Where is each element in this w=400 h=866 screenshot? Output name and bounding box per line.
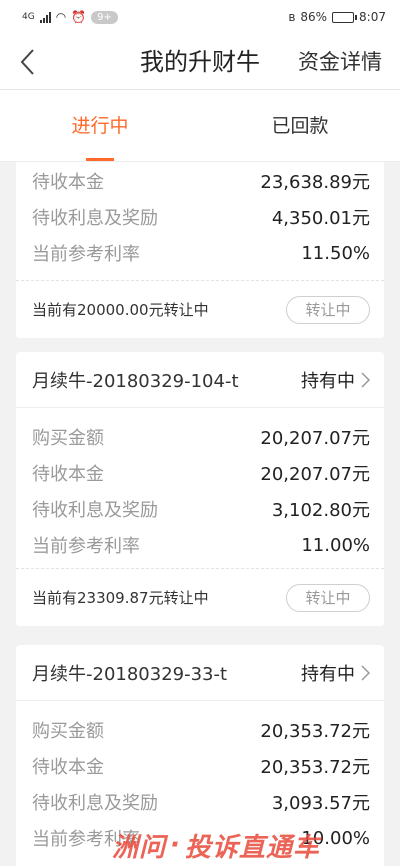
row-value: 11.00% xyxy=(301,534,370,556)
fund-details-link[interactable]: 资金详情 xyxy=(298,34,382,90)
row-value: 3,093.57元 xyxy=(271,793,370,814)
card-footer: 当前有20000.00元转让中 转让中 xyxy=(16,280,384,338)
investment-card[interactable]: 待收本金 23,638.89元 待收利息及奖励 4,350.01元 当前参考利率… xyxy=(16,162,384,338)
chevron-right-icon xyxy=(361,371,370,388)
card-footer: 当前有23309.87元转让中 转让中 xyxy=(16,568,384,626)
navigation-bar: 我的升财牛 资金详情 xyxy=(0,34,400,90)
bluetooth-icon: ʙ xyxy=(288,10,296,24)
status-left: 4G ◠ ⏰ 9+ xyxy=(22,10,118,24)
product-name: 月续牛-20180329-104-t xyxy=(32,370,239,392)
chevron-right-icon xyxy=(361,664,370,681)
chevron-left-icon xyxy=(20,49,34,75)
card-header[interactable]: 月续牛-20180329-104-t 持有中 xyxy=(16,352,384,408)
card-row: 待收利息及奖励 3,102.80元 xyxy=(16,491,384,527)
investment-card[interactable]: 月续牛-20180329-104-t 持有中 购买金额 20,207.07元 待… xyxy=(16,352,384,626)
row-label: 待收本金 xyxy=(32,757,104,778)
holding-status[interactable]: 持有中 xyxy=(301,660,370,686)
tab-in-progress[interactable]: 进行中 xyxy=(0,90,200,161)
card-row: 购买金额 20,207.07元 xyxy=(16,419,384,455)
row-value: 4,350.01元 xyxy=(271,208,370,229)
holding-status[interactable]: 持有中 xyxy=(301,367,370,393)
row-label: 购买金额 xyxy=(32,721,104,742)
battery-percent: 86% xyxy=(300,10,328,24)
card-row: 购买金额 20,353.72元 xyxy=(16,712,384,748)
row-label: 待收利息及奖励 xyxy=(32,500,158,521)
watermark-right: 投诉直通车 xyxy=(184,832,320,863)
card-row: 待收本金 23,638.89元 xyxy=(16,163,384,199)
card-row: 待收利息及奖励 4,350.01元 xyxy=(16,199,384,235)
row-value: 23,638.89元 xyxy=(260,172,370,193)
row-value: 11.50% xyxy=(301,242,370,264)
row-value: 3,102.80元 xyxy=(271,500,370,521)
row-label: 待收利息及奖励 xyxy=(32,208,158,229)
status-label: 持有中 xyxy=(301,663,355,685)
row-label: 待收本金 xyxy=(32,172,104,193)
row-label: 当前参考利率 xyxy=(32,244,140,265)
tab-label: 进行中 xyxy=(71,115,129,137)
card-row: 待收本金 20,353.72元 xyxy=(16,748,384,784)
transfer-status-text: 当前有20000.00元转让中 xyxy=(32,301,209,319)
row-value: 20,353.72元 xyxy=(260,757,370,778)
row-label: 购买金额 xyxy=(32,428,104,449)
wifi-icon: ◠ xyxy=(55,10,67,24)
row-value: 20,207.07元 xyxy=(260,464,370,485)
status-label: 持有中 xyxy=(301,370,355,392)
battery-icon xyxy=(332,11,358,23)
card-row: 待收本金 20,207.07元 xyxy=(16,455,384,491)
watermark-left: 洲问 xyxy=(112,832,167,863)
product-name: 月续牛-20180329-33-t xyxy=(32,663,228,685)
row-value: 20,207.07元 xyxy=(260,428,370,449)
card-row: 当前参考利率 11.50% xyxy=(16,235,384,271)
signal-icon xyxy=(39,11,51,23)
card-row: 待收利息及奖励 3,093.57元 xyxy=(16,784,384,820)
row-label: 待收利息及奖励 xyxy=(32,793,158,814)
alarm-icon: ⏰ xyxy=(71,10,87,24)
back-button[interactable] xyxy=(12,46,42,78)
row-label: 待收本金 xyxy=(32,464,104,485)
notification-badge: 9+ xyxy=(91,10,118,24)
card-rows: 待收本金 23,638.89元 待收利息及奖励 4,350.01元 当前参考利率… xyxy=(16,162,384,276)
transferring-button[interactable]: 转让中 xyxy=(286,295,370,324)
card-row: 当前参考利率 11.00% xyxy=(16,527,384,563)
tab-active-indicator xyxy=(86,158,114,161)
status-bar: 4G ◠ ⏰ 9+ ʙ 86% 8:07 xyxy=(0,0,400,34)
tab-repaid[interactable]: 已回款 xyxy=(200,90,400,161)
row-value: 20,353.72元 xyxy=(260,721,370,742)
row-label: 当前参考利率 xyxy=(32,536,140,557)
card-rows: 购买金额 20,207.07元 待收本金 20,207.07元 待收利息及奖励 … xyxy=(16,408,384,568)
status-right: ʙ 86% 8:07 xyxy=(288,10,386,24)
transfer-status-text: 当前有23309.87元转让中 xyxy=(32,589,209,607)
clock: 8:07 xyxy=(359,10,386,24)
watermark-logo: 洲问 · 投诉直通车 xyxy=(112,826,397,864)
transferring-button[interactable]: 转让中 xyxy=(286,583,370,612)
watermark-dot: · xyxy=(170,830,181,860)
card-header[interactable]: 月续牛-20180329-33-t 持有中 xyxy=(16,645,384,701)
tab-label: 已回款 xyxy=(271,115,329,137)
tab-bar: 进行中 已回款 xyxy=(0,90,400,162)
network-label: 4G xyxy=(22,12,35,22)
